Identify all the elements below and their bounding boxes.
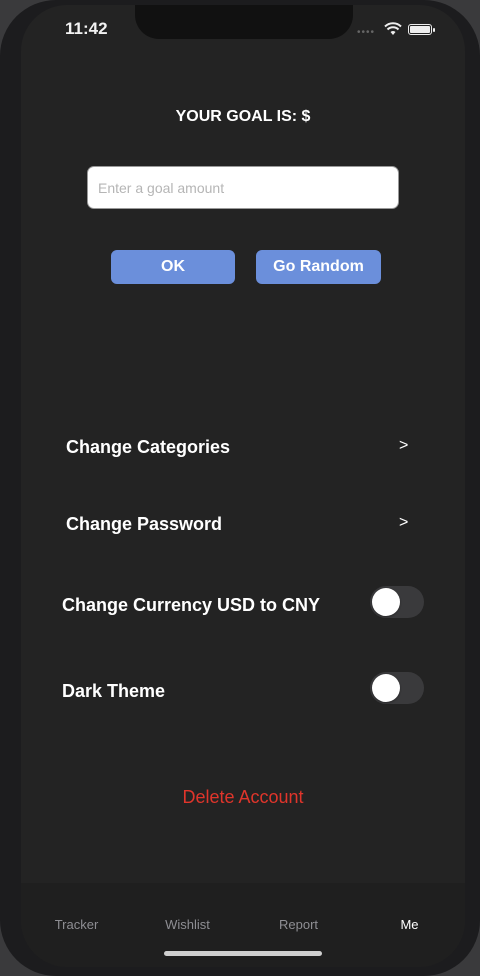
dark-theme-row: Dark Theme [21, 667, 465, 717]
toggle-knob [372, 588, 400, 616]
tab-wishlist[interactable]: Wishlist [132, 917, 243, 932]
goal-amount-input[interactable] [87, 166, 399, 209]
dark-theme-toggle[interactable] [370, 672, 424, 704]
tab-report[interactable]: Report [243, 917, 354, 932]
ok-button[interactable]: OK [111, 250, 235, 284]
tab-tracker[interactable]: Tracker [21, 917, 132, 932]
change-categories-label: Change Categories [66, 437, 231, 457]
change-password-label: Change Password [66, 514, 223, 534]
toggle-knob [372, 674, 400, 702]
delete-account-button[interactable]: Delete Account [21, 787, 465, 808]
chevron-right-icon: > [399, 514, 409, 531]
change-currency-row: Change Currency USD to CNY [21, 581, 465, 631]
notch [135, 5, 353, 39]
wifi-icon [384, 22, 402, 35]
change-currency-label: Change Currency USD to CNY [62, 595, 321, 615]
signal-icon: •••• [357, 27, 376, 38]
chevron-right-icon: > [399, 437, 409, 454]
battery-icon [408, 24, 435, 35]
change-categories-row[interactable]: Change Categories > [21, 423, 465, 473]
currency-toggle[interactable] [370, 586, 424, 618]
dark-theme-label: Dark Theme [62, 681, 166, 701]
status-time: 11:42 [65, 19, 108, 38]
go-random-button[interactable]: Go Random [256, 250, 381, 284]
change-password-row[interactable]: Change Password > [21, 500, 465, 550]
goal-title: YOUR GOAL IS: $ [175, 108, 311, 125]
home-indicator [164, 951, 322, 956]
phone-screen: 11:42 •••• YOUR GOAL IS: $ OK Go Random … [21, 5, 465, 967]
tab-me[interactable]: Me [354, 917, 465, 932]
